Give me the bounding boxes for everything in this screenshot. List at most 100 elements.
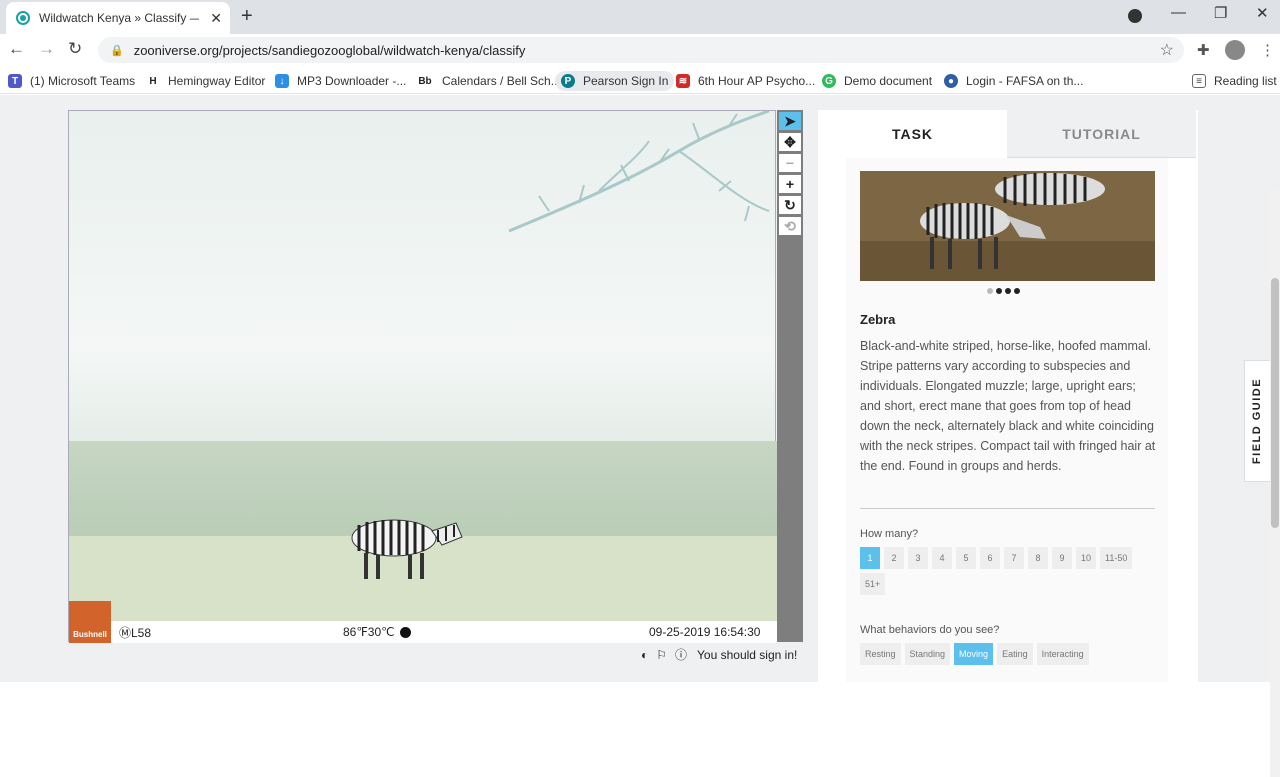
invert-icon[interactable]: ◐: [641, 648, 648, 662]
tab-tutorial[interactable]: TUTORIAL: [1007, 110, 1196, 158]
behaviors-options: Resting Standing Moving Eating Interacting: [860, 643, 1160, 665]
carousel-dot[interactable]: [987, 288, 993, 294]
species-detail: Zebra Black-and-white striped, horse-lik…: [846, 158, 1168, 682]
bookmark-calendars[interactable]: Bb Calendars / Bell Sch...: [416, 71, 561, 91]
bookmark-label: Login - FAFSA on th...: [966, 74, 1084, 88]
count-option[interactable]: 8: [1028, 547, 1048, 569]
globe-icon: ●: [944, 74, 958, 88]
download-icon[interactable]: [1128, 9, 1142, 23]
subject-image[interactable]: Bushnell ⓂL58 86℉30℃ 09-25-2019 16:54:30: [68, 110, 777, 643]
reset-icon[interactable]: ⟲: [779, 217, 801, 235]
extensions-icon[interactable]: ✚: [1197, 41, 1210, 59]
carousel-dot[interactable]: [996, 288, 1002, 294]
bookmark-fafsa[interactable]: ● Login - FAFSA on th...: [944, 71, 1083, 91]
info-icon[interactable]: ⓘ: [675, 646, 687, 663]
count-option[interactable]: 6: [980, 547, 1000, 569]
count-option[interactable]: 9: [1052, 547, 1072, 569]
tab-task[interactable]: TASK: [818, 110, 1007, 158]
bookmark-hemingway[interactable]: H Hemingway Editor: [146, 71, 265, 91]
reading-list-label: Reading list: [1214, 74, 1277, 88]
teams-icon: T: [8, 74, 22, 88]
behavior-option[interactable]: Standing: [904, 643, 951, 665]
pearson-icon: P: [561, 74, 575, 88]
how-many-label: How many?: [860, 528, 919, 540]
browser-tab[interactable]: Wildwatch Kenya » Classify — Zo ✕: [6, 2, 230, 34]
species-name: Zebra: [860, 312, 896, 327]
count-option[interactable]: 1: [860, 547, 880, 569]
count-option[interactable]: 2: [884, 547, 904, 569]
zooniverse-favicon-icon: [16, 11, 30, 25]
bookmark-label: (1) Microsoft Teams: [30, 74, 136, 88]
count-option[interactable]: 11-50: [1100, 547, 1133, 569]
count-option[interactable]: 5: [956, 547, 976, 569]
reading-list-icon: ≡: [1192, 74, 1206, 88]
field-guide-button[interactable]: FIELD GUIDE: [1244, 360, 1270, 482]
behavior-option[interactable]: Resting: [860, 643, 901, 665]
bookmarks-bar: T (1) Microsoft Teams H Hemingway Editor ↓…: [0, 66, 1280, 94]
pan-tool-icon[interactable]: ✥: [779, 133, 801, 151]
back-icon[interactable]: ←: [8, 39, 25, 59]
timestamp: 09-25-2019 16:54:30: [649, 625, 761, 639]
bookmark-pearson[interactable]: P Pearson Sign In: [555, 71, 675, 91]
carousel-dot[interactable]: [1005, 288, 1011, 294]
count-option[interactable]: 7: [1004, 547, 1024, 569]
zoom-in-icon[interactable]: +: [779, 175, 801, 193]
carousel-dot[interactable]: [1014, 288, 1020, 294]
camera-model: ⓂL58: [119, 625, 152, 640]
moon-phase-icon: [400, 626, 411, 638]
flag-icon[interactable]: ⚐: [656, 648, 667, 662]
zebra-photo: [860, 171, 1155, 281]
new-tab-icon[interactable]: +: [241, 5, 253, 28]
camera-info-bar: Bushnell ⓂL58 86℉30℃ 09-25-2019 16:54:30: [69, 601, 777, 643]
forward-icon[interactable]: →: [38, 39, 55, 59]
reload-icon[interactable]: ↻: [68, 39, 82, 59]
species-description: Black-and-white striped, horse-like, hoo…: [860, 339, 1156, 473]
minimize-icon[interactable]: —: [1171, 4, 1186, 21]
lock-icon: 🔒: [110, 44, 124, 57]
subject-meta: ◐ ⚐ ⓘ You should sign in!: [641, 646, 797, 663]
bookmark-label: Hemingway Editor: [168, 74, 266, 88]
bookmark-psych[interactable]: ≋ 6th Hour AP Psycho...: [676, 71, 815, 91]
pointer-tool-icon[interactable]: ➤: [779, 112, 801, 130]
browser-toolbar: ← → ↻ 🔒 zooniverse.org/projects/sandiego…: [0, 34, 1280, 66]
address-bar[interactable]: 🔒 zooniverse.org/projects/sandiegozooglo…: [98, 37, 1184, 63]
count-option[interactable]: 51+: [860, 573, 886, 595]
tab-title: Wildwatch Kenya » Classify — Zo: [39, 11, 199, 25]
bookmark-star-icon[interactable]: ☆: [1160, 40, 1174, 60]
behavior-option[interactable]: Moving: [954, 643, 994, 665]
bookmark-label: Pearson Sign In: [583, 74, 669, 88]
grammarly-icon: G: [822, 74, 836, 88]
count-option[interactable]: 4: [932, 547, 952, 569]
task-panel: TASK TUTORIAL Zebra Black-and-white stri…: [818, 110, 1198, 682]
divider: [860, 508, 1155, 509]
scrollbar-thumb[interactable]: [1271, 278, 1279, 528]
url-text: zooniverse.org/projects/sandiegozoogloba…: [133, 42, 526, 58]
zoom-out-icon[interactable]: −: [779, 154, 801, 172]
reading-list[interactable]: ≡ Reading list: [1192, 71, 1277, 91]
behavior-option[interactable]: Interacting: [1036, 643, 1089, 665]
bookmark-label: Calendars / Bell Sch...: [442, 74, 561, 88]
tab-close-icon[interactable]: ✕: [210, 10, 222, 27]
field-guide-label: FIELD GUIDE: [1251, 377, 1264, 465]
restore-icon[interactable]: ❐: [1214, 4, 1227, 22]
behavior-option[interactable]: Eating: [997, 643, 1033, 665]
bookmark-mp3[interactable]: ↓ MP3 Downloader -...: [275, 71, 406, 91]
bookmark-demo[interactable]: G Demo document: [822, 71, 932, 91]
page-scrollbar[interactable]: [1270, 190, 1280, 777]
photo-carousel-dots: [987, 288, 1020, 294]
window-close-icon[interactable]: ✕: [1256, 4, 1269, 22]
profile-avatar-icon[interactable]: [1225, 40, 1245, 60]
temperature: 86℉30℃: [343, 625, 395, 639]
count-option[interactable]: 10: [1076, 547, 1097, 569]
bookmark-teams[interactable]: T (1) Microsoft Teams: [8, 71, 135, 91]
behaviors-label: What behaviors do you see?: [860, 624, 1000, 636]
bookmark-label: MP3 Downloader -...: [297, 74, 407, 88]
hemingway-icon: H: [149, 75, 157, 87]
psych-icon: ≋: [676, 74, 690, 88]
count-option[interactable]: 3: [908, 547, 928, 569]
menu-icon[interactable]: ⋮: [1260, 41, 1275, 59]
rotate-icon[interactable]: ↻: [779, 196, 801, 214]
mp3-icon: ↓: [275, 74, 289, 88]
bushnell-label: Bushnell: [73, 630, 107, 639]
sign-in-link[interactable]: You should sign in!: [697, 648, 797, 662]
